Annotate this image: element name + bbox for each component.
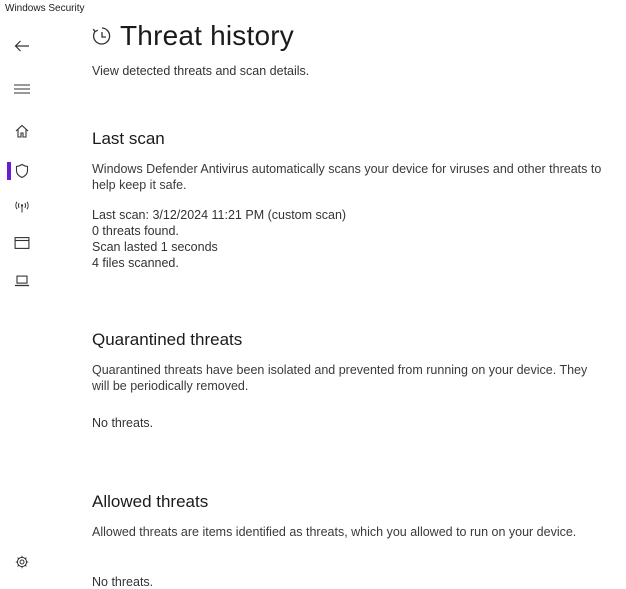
sidebar-item-home[interactable] <box>0 116 50 146</box>
shield-icon <box>15 163 29 179</box>
quarantined-threats-status: No threats. <box>92 416 154 430</box>
allowed-threats-title: Allowed threats <box>92 492 209 511</box>
last-scan-date: Last scan: 3/12/2024 11:21 PM (custom sc… <box>92 208 347 222</box>
app-browser-icon <box>14 237 30 249</box>
sidebar-item-settings[interactable] <box>0 547 50 577</box>
gear-icon <box>15 555 29 569</box>
last-scan-title: Last scan <box>92 129 165 148</box>
home-icon <box>15 124 29 138</box>
menu-button[interactable] <box>0 74 50 104</box>
page-title: Threat history <box>120 20 294 51</box>
sidebar-item-firewall-network[interactable] <box>0 192 50 222</box>
sidebar <box>0 0 50 585</box>
back-arrow-icon <box>14 40 29 52</box>
history-clock-icon <box>92 27 111 45</box>
quarantined-threats-title: Quarantined threats <box>92 330 243 349</box>
page-header: Threat history <box>92 18 572 54</box>
files-scanned: 4 files scanned. <box>92 256 179 270</box>
allowed-threats-status: No threats. <box>92 575 154 589</box>
wireless-network-icon <box>15 201 29 213</box>
quarantined-threats-description: Quarantined threats have been isolated a… <box>92 363 588 393</box>
laptop-icon <box>15 275 29 287</box>
sidebar-item-app-browser-control[interactable] <box>0 228 50 258</box>
page-description: View detected threats and scan details. <box>92 64 310 78</box>
sidebar-item-virus-protection[interactable] <box>0 156 50 186</box>
scan-duration: Scan lasted 1 seconds <box>92 240 218 254</box>
hamburger-menu-icon <box>14 84 30 94</box>
back-button[interactable] <box>0 31 50 61</box>
sidebar-item-device-security[interactable] <box>0 266 50 296</box>
allowed-threats-description: Allowed threats are items identified as … <box>92 525 577 539</box>
threats-found: 0 threats found. <box>92 224 179 238</box>
last-scan-description: Windows Defender Antivirus automatically… <box>92 162 602 192</box>
